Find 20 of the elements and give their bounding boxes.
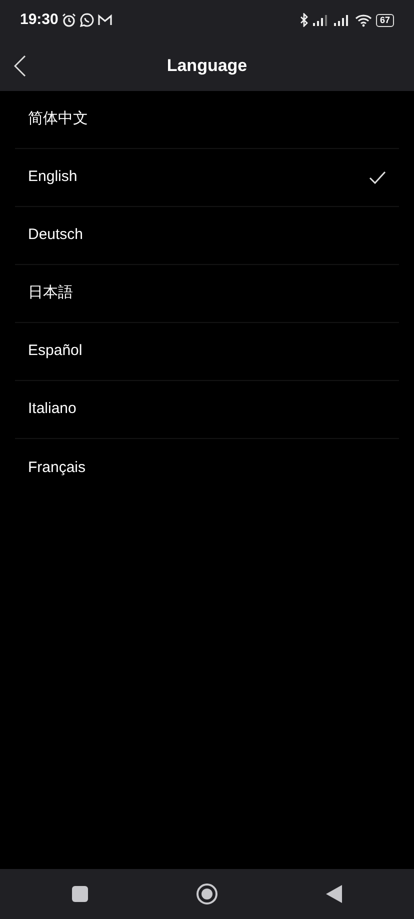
language-option[interactable]: 日本語 [15, 265, 399, 323]
back-nav-button[interactable] [326, 885, 342, 903]
language-option[interactable]: English [15, 149, 399, 207]
chat-icon [80, 13, 94, 27]
recents-button[interactable] [72, 886, 88, 902]
status-time: 19:30 [20, 10, 58, 30]
language-option[interactable]: Español [15, 323, 399, 381]
language-option[interactable]: 简体中文 [15, 91, 399, 149]
alarm-icon [62, 13, 76, 27]
bluetooth-icon [300, 13, 309, 27]
mail-icon [98, 14, 112, 26]
home-button[interactable] [196, 883, 218, 905]
battery-level: 67 [376, 14, 394, 26]
language-option[interactable]: Français [15, 439, 399, 497]
signal-icon [334, 14, 351, 26]
page-title: Language [166, 54, 248, 77]
language-option[interactable]: Italiano [15, 381, 399, 439]
wifi-icon [354, 14, 372, 26]
signal-icon [312, 14, 330, 26]
language-option[interactable]: Deutsch [15, 207, 399, 265]
